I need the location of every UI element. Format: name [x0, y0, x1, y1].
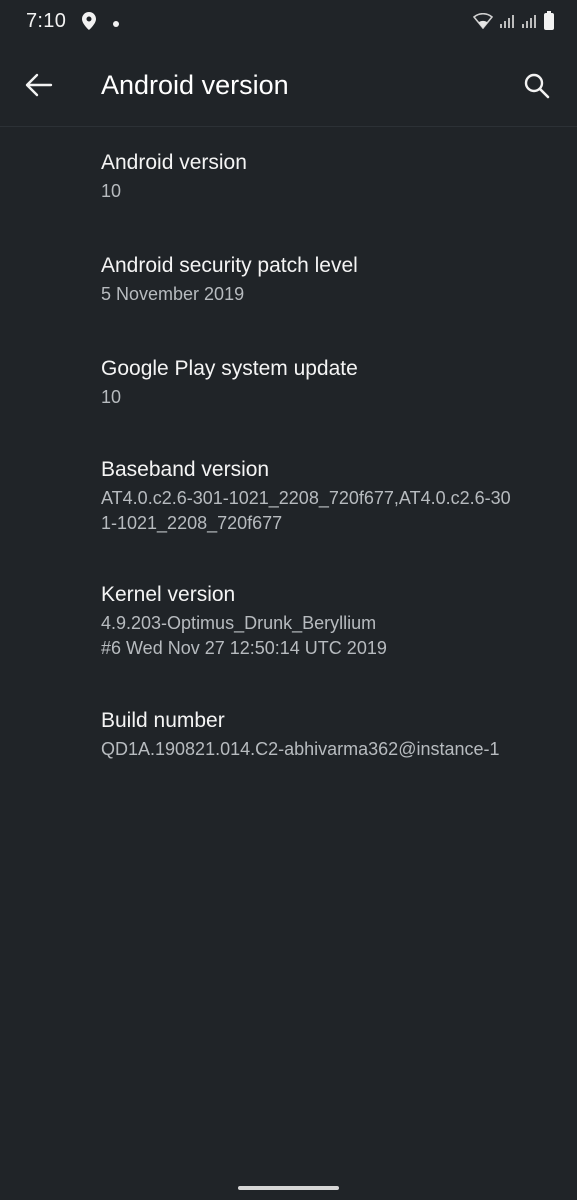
gesture-nav-handle[interactable] [238, 1186, 339, 1190]
search-icon [524, 73, 550, 104]
item-title: Baseband version [101, 458, 270, 481]
item-value: 10 [101, 387, 122, 407]
item-value: 10 [101, 181, 122, 201]
item-title: Android security patch level [101, 254, 358, 277]
location-icon [82, 12, 96, 35]
list-item-kernel-version[interactable]: Kernel version 4.9.203-Optimus_Drunk_Ber… [0, 561, 577, 683]
back-button[interactable] [18, 66, 60, 108]
item-title: Build number [101, 709, 225, 732]
status-left-icons [82, 12, 120, 35]
app-bar: Android version [0, 46, 577, 127]
search-button[interactable] [515, 66, 559, 110]
list-item-baseband-version[interactable]: Baseband version AT4.0.c2.6-301-1021_220… [0, 436, 577, 558]
item-title: Android version [101, 151, 247, 174]
item-title: Google Play system update [101, 357, 358, 380]
item-value: AT4.0.c2.6-301-1021_2208_720f677,AT4.0.c… [101, 488, 511, 533]
status-bar: 7:10 [0, 0, 577, 46]
list-item-build-number[interactable]: Build number QD1A.190821.014.C2-abhivarm… [0, 687, 577, 787]
list-item-google-play-system-update[interactable]: Google Play system update 10 [0, 333, 577, 433]
item-value: 5 November 2019 [101, 284, 245, 304]
status-right-icons [472, 11, 555, 36]
wifi-icon [472, 12, 494, 34]
arrow-left-icon [25, 73, 53, 102]
list-item-android-version[interactable]: Android version 10 [0, 127, 577, 227]
item-value: QD1A.190821.014.C2-abhivarma362@instance… [101, 739, 500, 759]
signal-icon [521, 13, 537, 34]
list-item-security-patch-level[interactable]: Android security patch level 5 November … [0, 230, 577, 330]
item-value: 4.9.203-Optimus_Drunk_Beryllium #6 Wed N… [101, 613, 387, 658]
page-title: Android version [101, 70, 289, 100]
battery-icon [543, 11, 555, 36]
notification-dot-icon [112, 15, 120, 33]
status-time: 7:10 [26, 10, 67, 32]
signal-icon [499, 13, 515, 34]
item-title: Kernel version [101, 583, 236, 606]
